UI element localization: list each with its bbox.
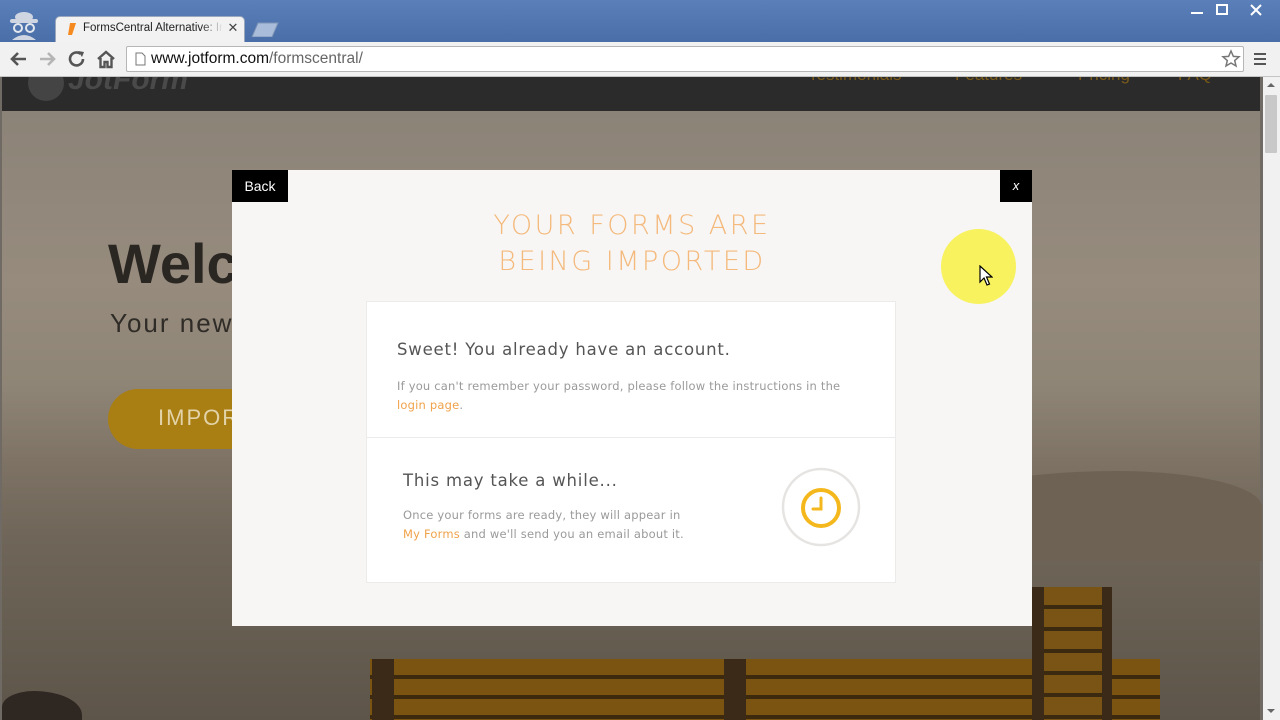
- maximize-icon[interactable]: [1210, 1, 1234, 19]
- browser-toolbar: www.jotform.com/formscentral/: [0, 42, 1280, 77]
- modal-title: YOUR FORMS ARE BEING IMPORTED: [493, 210, 771, 277]
- clock-icon: [781, 467, 861, 547]
- url-path: /formscentral/: [269, 50, 363, 67]
- hero-subtitle: Your new: [110, 308, 234, 338]
- back-arrow-icon[interactable]: [8, 49, 30, 69]
- login-page-link[interactable]: login page: [397, 398, 459, 412]
- jotform-logo[interactable]: JotForm: [68, 77, 188, 97]
- status-card: Sweet! You already have an account. If y…: [366, 301, 896, 583]
- bench-armrest: [1032, 587, 1112, 720]
- scrollbar-track[interactable]: [1263, 77, 1280, 720]
- jotform-logo-icon: [28, 77, 64, 101]
- forward-arrow-icon[interactable]: [36, 49, 58, 69]
- bookmark-star-icon[interactable]: [1221, 49, 1241, 69]
- account-heading: Sweet! You already have an account.: [397, 340, 731, 359]
- nav-link-features[interactable]: Features: [955, 77, 1022, 89]
- nav-link-testimonials[interactable]: Testimonials: [808, 77, 902, 89]
- account-message: If you can't remember your password, ple…: [397, 377, 867, 415]
- new-tab-button[interactable]: [250, 22, 280, 37]
- waiting-heading: This may take a while...: [403, 471, 618, 490]
- waiting-message-text: Once your forms are ready, they will app…: [403, 508, 681, 522]
- scroll-up-icon[interactable]: [1266, 80, 1276, 90]
- nav-link-faq[interactable]: FAQ: [1178, 77, 1212, 89]
- account-message-text: If you can't remember your password, ple…: [397, 379, 841, 393]
- waiting-message: Once your forms are ready, they will app…: [403, 506, 723, 544]
- site-header: JotForm Testimonials Features Pricing FA…: [2, 77, 1260, 111]
- window-close-icon[interactable]: [1236, 1, 1276, 19]
- tab-title: FormsCentral Alternative: Import: [83, 22, 223, 38]
- mouse-cursor-icon: [979, 265, 993, 286]
- bench-leg: [724, 659, 746, 720]
- tab-close-icon[interactable]: ✕: [226, 20, 240, 36]
- browser-tab-active[interactable]: FormsCentral Alternative: Import ✕: [55, 16, 245, 42]
- scroll-down-icon[interactable]: [1266, 706, 1276, 716]
- url-text: www.jotform.com/formscentral/: [151, 50, 363, 68]
- address-bar[interactable]: www.jotform.com/formscentral/: [126, 46, 1244, 72]
- jotform-favicon-icon: [68, 23, 76, 35]
- account-message-end: .: [459, 398, 464, 412]
- minimize-icon[interactable]: [1184, 1, 1210, 19]
- import-modal: Back x YOUR FORMS ARE BEING IMPORTED Swe…: [232, 170, 1032, 626]
- waiting-message-end: and we'll send you an email about it.: [459, 527, 684, 541]
- back-button[interactable]: Back: [232, 170, 288, 202]
- reload-icon[interactable]: [66, 49, 88, 69]
- my-forms-link[interactable]: My Forms: [403, 527, 460, 541]
- bench-leg: [372, 659, 394, 720]
- browser-tab-strip: FormsCentral Alternative: Import ✕: [0, 0, 1280, 42]
- scrollbar-thumb[interactable]: [1265, 95, 1277, 153]
- chrome-menu-icon[interactable]: [1252, 51, 1268, 67]
- page-icon: [135, 52, 146, 66]
- incognito-icon: [10, 12, 38, 40]
- home-icon[interactable]: [95, 49, 117, 69]
- url-host: www.jotform.com: [151, 50, 269, 67]
- nav-link-pricing[interactable]: Pricing: [1078, 77, 1130, 89]
- card-divider: [367, 437, 895, 438]
- background-rock: [2, 691, 82, 720]
- close-button[interactable]: x: [1000, 170, 1032, 202]
